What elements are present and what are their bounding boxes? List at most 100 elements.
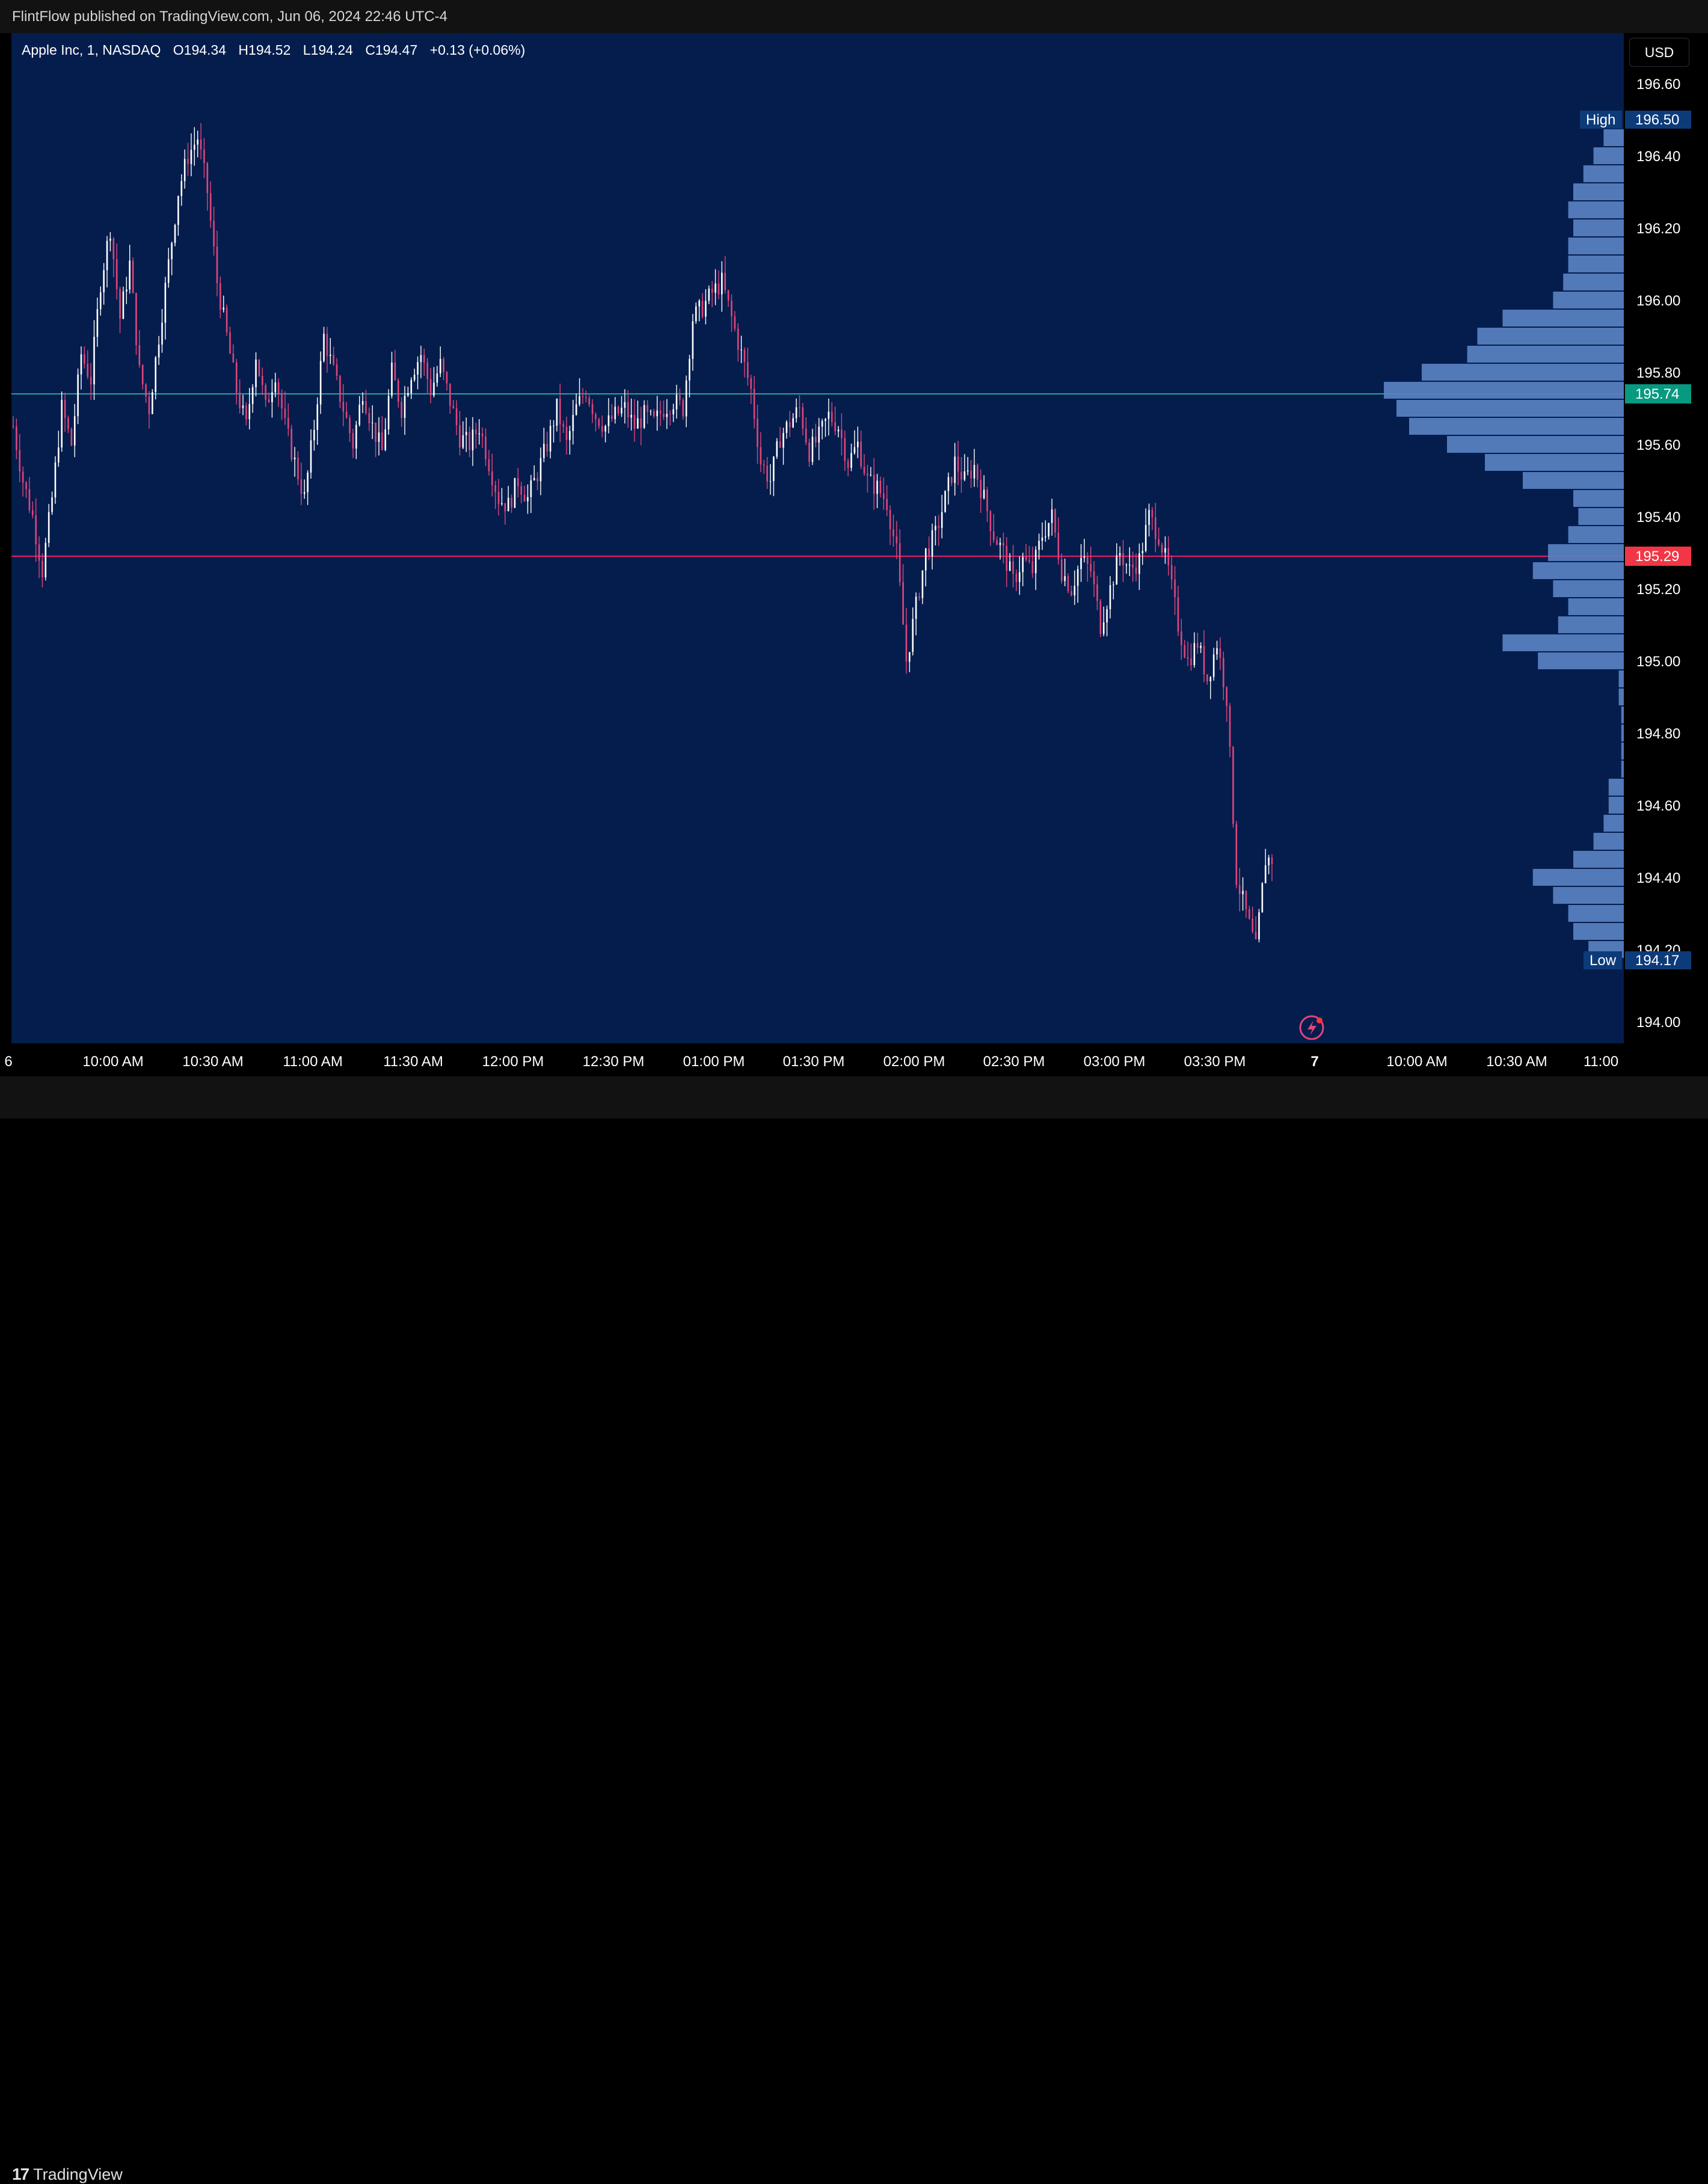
candle-body bbox=[1209, 676, 1212, 682]
candle-body bbox=[48, 512, 50, 543]
candle-body bbox=[970, 470, 972, 479]
candle-body bbox=[54, 462, 57, 498]
candle-body bbox=[138, 345, 141, 366]
candle-body bbox=[980, 479, 982, 498]
volume-profile-bar bbox=[1593, 833, 1624, 850]
candle-body bbox=[895, 536, 898, 544]
candle-body bbox=[397, 380, 399, 402]
candle-body bbox=[601, 426, 603, 432]
candle-body bbox=[265, 385, 266, 400]
candle-body bbox=[349, 417, 351, 434]
volume-profile-bar bbox=[1523, 472, 1624, 489]
currency-button[interactable]: USD bbox=[1629, 38, 1689, 67]
candle-body bbox=[84, 354, 85, 364]
candle-body bbox=[206, 163, 209, 194]
candle-body bbox=[1252, 918, 1254, 932]
candle-body bbox=[637, 418, 639, 429]
candle-body bbox=[960, 471, 962, 480]
candle-body bbox=[757, 419, 758, 447]
candle-body bbox=[494, 485, 496, 492]
candle-body bbox=[1148, 510, 1150, 526]
candle-body bbox=[999, 542, 1001, 545]
time-axis-label: 03:00 PM bbox=[1084, 1054, 1146, 1070]
chart-canvas[interactable]: 196.60 196.40 196.20 196.00 195.80 195.60 195.… bbox=[0, 0, 1708, 1076]
candle-body bbox=[115, 259, 118, 289]
candle-body bbox=[785, 422, 788, 434]
candle-body bbox=[1164, 548, 1166, 553]
candle-body bbox=[572, 414, 574, 431]
candle-body bbox=[604, 426, 606, 432]
candle-body bbox=[724, 272, 727, 290]
candle-body bbox=[410, 379, 413, 393]
candle-body bbox=[455, 408, 458, 426]
legend-low: L194.24 bbox=[303, 42, 353, 58]
candle-body bbox=[1193, 643, 1196, 666]
candle-body bbox=[569, 431, 571, 440]
volume-profile-bar bbox=[1578, 508, 1624, 525]
candle-body bbox=[582, 396, 584, 397]
candle-body bbox=[93, 337, 95, 385]
candle-body bbox=[1226, 687, 1227, 707]
volume-profile-bar bbox=[1384, 382, 1624, 399]
legend-change: +0.13 (+0.06%) bbox=[429, 42, 526, 58]
candle-body bbox=[1080, 557, 1082, 569]
candle-body bbox=[187, 159, 189, 164]
candle-body bbox=[539, 458, 542, 482]
candle-body bbox=[860, 441, 862, 467]
candle-body bbox=[155, 357, 157, 393]
notification-dot-icon bbox=[1316, 1017, 1322, 1023]
candle-body bbox=[523, 494, 526, 502]
volume-profile-bar bbox=[1548, 544, 1624, 561]
candle-body bbox=[472, 429, 474, 450]
candle-body bbox=[928, 548, 930, 557]
price-tick-label: 194.60 bbox=[1636, 798, 1680, 814]
candle-body bbox=[514, 478, 516, 508]
price-tick-label: 195.20 bbox=[1636, 581, 1680, 598]
candle-body bbox=[310, 440, 312, 473]
candle-body bbox=[650, 411, 652, 412]
candle-body bbox=[58, 447, 60, 463]
candle-body bbox=[996, 540, 998, 545]
candle-body bbox=[941, 512, 943, 528]
candle-body bbox=[329, 354, 331, 356]
candle-body bbox=[1116, 555, 1118, 585]
candle-body bbox=[834, 422, 836, 432]
candle-body bbox=[912, 619, 914, 652]
tradingview-brand[interactable]: 17 TradingView bbox=[12, 2165, 123, 2184]
candle-body bbox=[1106, 609, 1108, 623]
volume-profile-bar bbox=[1618, 689, 1624, 705]
candle-body bbox=[229, 332, 231, 354]
candle-body bbox=[837, 429, 840, 432]
candle-body bbox=[103, 270, 105, 293]
candle-body bbox=[883, 493, 885, 499]
candle-body bbox=[316, 404, 319, 430]
volume-profile-bar bbox=[1621, 743, 1624, 759]
candle-body bbox=[213, 221, 215, 247]
time-axis-label: 10:30 AM bbox=[1486, 1054, 1547, 1070]
volume-profile-bar bbox=[1396, 400, 1624, 417]
candle-body bbox=[1206, 674, 1208, 682]
candle-body bbox=[171, 243, 173, 260]
candle-body bbox=[821, 421, 823, 427]
candle-body bbox=[1196, 643, 1199, 648]
candle-body bbox=[401, 402, 402, 418]
volume-profile-bar bbox=[1573, 219, 1624, 236]
candle-body bbox=[61, 400, 63, 448]
candle-body bbox=[750, 378, 752, 389]
volume-profile-bar bbox=[1467, 346, 1624, 363]
candle-body bbox=[815, 437, 817, 443]
candle-body bbox=[1083, 556, 1086, 558]
candle-body bbox=[966, 470, 969, 471]
candle-body bbox=[886, 498, 888, 510]
footer-bar: 17 TradingView bbox=[0, 1076, 1708, 2183]
candle-body bbox=[876, 480, 878, 494]
candle-body bbox=[1054, 509, 1056, 533]
candle-body bbox=[579, 396, 580, 405]
candle-body bbox=[258, 359, 260, 376]
volume-profile-bar bbox=[1553, 887, 1624, 904]
candle-body bbox=[64, 400, 66, 419]
candle-body bbox=[1229, 706, 1231, 747]
candle-body bbox=[293, 457, 296, 459]
candle-body bbox=[465, 432, 467, 435]
candle-body bbox=[25, 482, 27, 489]
